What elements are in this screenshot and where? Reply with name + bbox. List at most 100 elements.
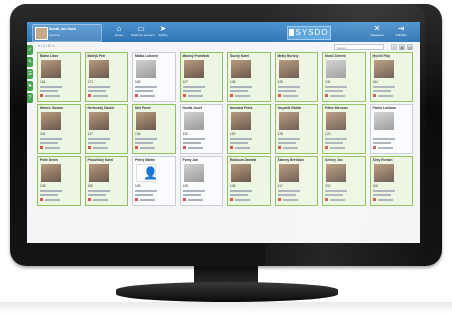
- contact-card[interactable]: Mrály Bořivoj 129: [274, 52, 318, 102]
- pager[interactable]: « ‹ 1 / 3 › »: [38, 44, 55, 48]
- contact-card[interactable]: Sekory Jan 202: [322, 156, 366, 206]
- contact-phone: 241: [40, 132, 46, 136]
- contact-phone: 171: [87, 80, 94, 84]
- status-line: [377, 147, 393, 149]
- email-line: [230, 86, 252, 88]
- contact-card[interactable]: Šuchý Karel 128: [227, 52, 271, 102]
- contact-phone: 190: [87, 184, 94, 188]
- contact-phone: 127: [87, 132, 94, 136]
- nav-home[interactable]: ⌂ Home: [109, 24, 129, 40]
- user-panel[interactable]: Novák Jan Karel Správce: [32, 24, 102, 42]
- contact-photo: [41, 60, 61, 78]
- contact-photo: [231, 60, 251, 78]
- contact-phone: 125: [277, 132, 284, 136]
- status-icon: [87, 94, 91, 97]
- rail-button-4[interactable]: ★: [27, 81, 33, 91]
- status-line: [282, 147, 298, 149]
- rail-button-3[interactable]: ☰: [27, 69, 33, 79]
- email-line: [40, 86, 62, 88]
- contact-photo: [183, 164, 204, 182]
- contact-phone: 128: [230, 80, 236, 84]
- status-line: [235, 199, 250, 201]
- contact-card[interactable]: Bláha Libor 161: [37, 52, 81, 102]
- user-role: Správce: [49, 33, 61, 37]
- contact-phone: 130: [325, 80, 331, 84]
- nav-settings[interactable]: ✕ Nastavení: [367, 24, 387, 40]
- contact-photo: [136, 112, 156, 130]
- email-line: [372, 138, 395, 140]
- user-name: Novák Jan Karel: [49, 27, 77, 31]
- contact-card[interactable]: Novák Josef 132: [179, 104, 223, 154]
- contact-card[interactable]: Přímý Martin 👤 195: [132, 156, 176, 206]
- contact-card[interactable]: Novotná Petra 120: [227, 104, 271, 154]
- contact-phone: 117: [277, 184, 283, 188]
- contact-card[interactable]: Matějů Petr 171: [84, 52, 128, 102]
- contact-card[interactable]: Mašíný František 127: [179, 52, 223, 102]
- detail-line: [40, 90, 58, 92]
- detail-line: [325, 194, 343, 196]
- contact-phone: 134: [135, 132, 141, 136]
- monitor-base: [116, 282, 338, 302]
- contact-card[interactable]: Šímy Roman 106: [369, 156, 413, 206]
- contact-card[interactable]: Polle Denis 128: [37, 156, 81, 206]
- contact-phone: 120: [325, 132, 331, 136]
- contact-card[interactable]: Němec Gustav 241: [37, 104, 81, 154]
- contact-photo: [278, 112, 299, 130]
- contact-card[interactable]: Rašková Daniela 128: [227, 156, 271, 206]
- contact-card[interactable]: Mysliš Filip 164: [369, 52, 413, 102]
- tools-icon: ✕: [373, 24, 381, 33]
- view-list-button[interactable]: ≡: [391, 44, 397, 50]
- status-icon: [325, 198, 328, 201]
- contact-card[interactable]: Pátek Miroslav 120: [322, 104, 366, 154]
- contact-card[interactable]: Nerlovský Daniel 127: [84, 104, 128, 154]
- contact-photo: [41, 164, 61, 182]
- status-icon: [372, 198, 376, 201]
- nav-logout[interactable]: ⇥ Odhlásit: [391, 24, 411, 40]
- contact-name: Rašková Daniela: [230, 158, 257, 162]
- status-icon: [325, 146, 328, 149]
- email-line: [182, 138, 205, 140]
- contact-card[interactable]: Pumy Jan 128: [179, 156, 223, 206]
- rail-button-5[interactable]: ?: [27, 93, 33, 103]
- contact-card[interactable]: Prouzlický Karel 190: [84, 156, 128, 206]
- search-input[interactable]: Hledat...: [334, 44, 384, 50]
- detail-line: [230, 142, 248, 144]
- email-line: [40, 190, 62, 192]
- contact-card[interactable]: Musil Zdeněk 130: [322, 52, 366, 102]
- contact-photo: [373, 60, 394, 78]
- contact-photo: [373, 112, 394, 130]
- contact-name: Pumy Jan: [182, 158, 199, 162]
- contact-phone: 195: [135, 184, 141, 188]
- view-grid-button[interactable]: ▦: [399, 44, 405, 50]
- status-icon: [325, 94, 328, 97]
- contact-card[interactable]: Pavka Ladislav: [369, 104, 413, 154]
- email-line: [325, 138, 347, 140]
- contact-card[interactable]: Málka Lubomír 150: [132, 52, 176, 102]
- status-icon: [277, 146, 281, 149]
- contact-photo: [136, 60, 156, 78]
- logout-icon: ⇥: [397, 24, 405, 33]
- email-line: [325, 86, 347, 88]
- logo-mark-icon: [289, 29, 295, 36]
- contact-phone: 128: [40, 184, 46, 188]
- contact-photo: [231, 112, 251, 130]
- email-line: [182, 86, 205, 88]
- contact-phone: 202: [325, 184, 331, 188]
- rail-button-2[interactable]: ✎: [27, 57, 33, 67]
- contact-photo: [88, 60, 109, 78]
- rail-button-1[interactable]: ✓: [27, 45, 33, 55]
- contact-photo: [373, 164, 394, 182]
- nav-phonebook[interactable]: ▭ Telefonní seznam: [131, 24, 155, 40]
- status-line: [92, 199, 108, 201]
- contact-phone: 128: [182, 184, 189, 188]
- app-screen: Novák Jan Karel Správce ⌂ Home ▭ Telefon…: [27, 22, 420, 243]
- view-tiles-button[interactable]: ▤: [407, 44, 413, 50]
- status-icon: [277, 198, 281, 201]
- nav-messages[interactable]: ➤ Zprávy: [153, 24, 173, 40]
- contact-card[interactable]: Šammy Břetislav 117: [274, 156, 318, 206]
- detail-line: [87, 194, 106, 196]
- contact-card[interactable]: Onyašík Radka 125: [274, 104, 318, 154]
- status-icon: [40, 146, 43, 149]
- avatar: [35, 27, 48, 40]
- contact-card[interactable]: Nóž Pavel 134: [132, 104, 176, 154]
